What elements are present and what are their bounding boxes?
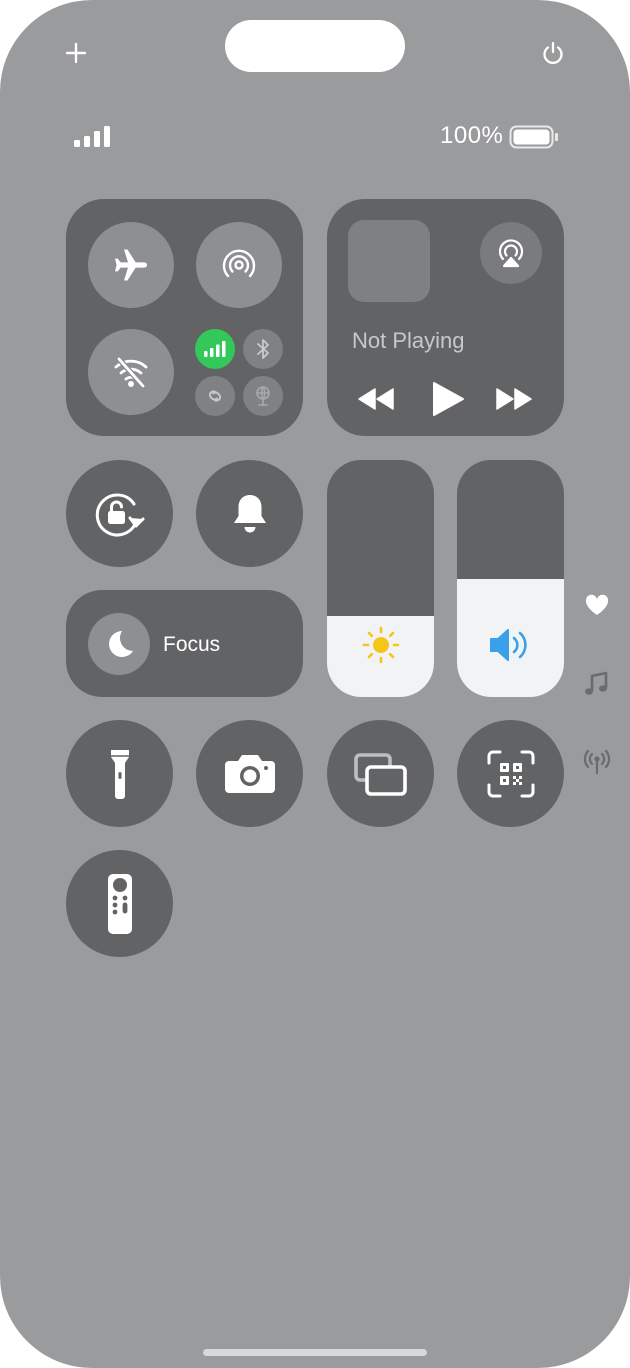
rewind-icon — [357, 386, 395, 412]
apple-tv-remote-icon — [107, 873, 133, 935]
airplane-icon — [112, 246, 150, 284]
wifi-off-icon — [112, 353, 150, 391]
antenna-icon[interactable] — [582, 748, 612, 776]
bluetooth-toggle[interactable] — [243, 329, 283, 369]
cellular-signal-icon — [74, 126, 110, 148]
silent-mode-toggle[interactable] — [196, 460, 303, 567]
airplay-button[interactable] — [480, 222, 542, 284]
fast-forward-icon — [495, 386, 533, 412]
home-indicator[interactable] — [203, 1349, 427, 1356]
cellular-icon — [204, 341, 226, 357]
focus-icon-container — [88, 613, 150, 675]
focus-label: Focus — [163, 633, 221, 656]
wifi-toggle[interactable] — [88, 329, 174, 415]
satellite-toggle[interactable] — [243, 376, 283, 416]
plus-icon[interactable] — [64, 41, 88, 65]
rewind-button[interactable] — [357, 386, 395, 412]
camera-button[interactable] — [196, 720, 303, 827]
power-icon[interactable] — [540, 40, 566, 66]
control-center: 100% Not Playing Focus — [0, 0, 630, 1368]
bell-icon — [227, 491, 273, 537]
satellite-icon — [252, 385, 274, 407]
qr-scanner-icon — [486, 749, 536, 799]
airdrop-icon — [220, 246, 258, 284]
orientation-lock-icon — [90, 488, 150, 540]
play-icon — [430, 380, 466, 418]
airplay-icon — [494, 236, 528, 270]
volume-slider[interactable] — [457, 460, 564, 697]
screen-mirroring-icon — [353, 751, 409, 797]
personal-hotspot-toggle[interactable] — [195, 376, 235, 416]
hotspot-link-icon — [204, 386, 226, 406]
fast-forward-button[interactable] — [495, 386, 533, 412]
airplane-mode-toggle[interactable] — [88, 222, 174, 308]
apple-tv-remote-button[interactable] — [66, 850, 173, 957]
orientation-lock-toggle[interactable] — [66, 460, 173, 567]
cellular-data-toggle[interactable] — [195, 329, 235, 369]
screen-mirroring-button[interactable] — [327, 720, 434, 827]
battery-icon — [509, 125, 559, 149]
battery-percent: 100% — [440, 122, 504, 149]
brightness-slider[interactable] — [327, 460, 434, 697]
speaker-icon — [488, 625, 532, 665]
flashlight-icon — [108, 748, 132, 800]
dynamic-island — [225, 20, 405, 72]
bluetooth-icon — [253, 338, 273, 360]
album-artwork — [348, 220, 430, 302]
now-playing-title: Not Playing — [352, 328, 465, 353]
airdrop-toggle[interactable] — [196, 222, 282, 308]
music-note-icon[interactable] — [583, 670, 609, 698]
code-scanner-button[interactable] — [457, 720, 564, 827]
flashlight-button[interactable] — [66, 720, 173, 827]
heart-icon[interactable] — [584, 593, 610, 617]
camera-icon — [223, 753, 277, 795]
play-button[interactable] — [430, 380, 466, 418]
moon-icon — [102, 627, 136, 661]
sun-icon — [361, 625, 401, 665]
